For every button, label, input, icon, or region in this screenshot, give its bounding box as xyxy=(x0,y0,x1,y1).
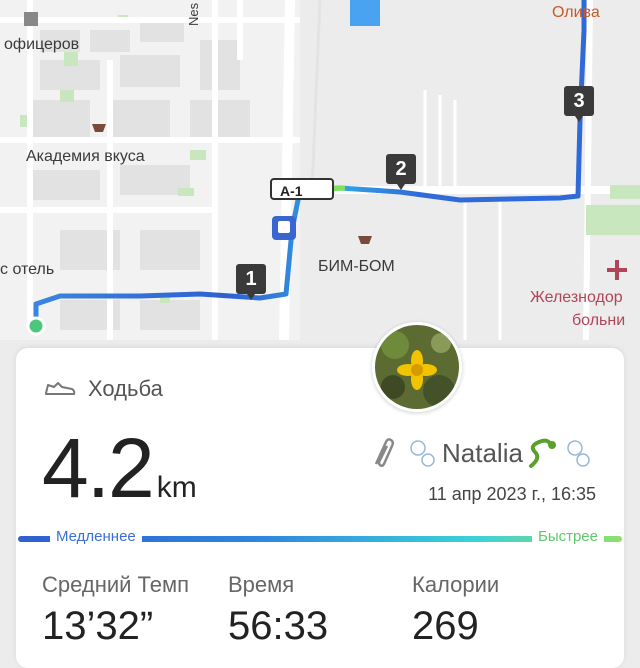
bubbles-icon xyxy=(567,440,590,467)
shoe-icon xyxy=(45,382,76,395)
paperclip-icon xyxy=(374,438,395,468)
distance-unit: km xyxy=(156,471,197,504)
map-label: Железнодор xyxy=(530,289,623,306)
activity-type: Ходьба xyxy=(44,376,163,402)
route-marker-2[interactable]: 2 xyxy=(386,154,416,190)
route-marker-1[interactable]: 1 xyxy=(236,264,266,300)
activity-label: Ходьба xyxy=(88,376,163,401)
route-marker-3[interactable]: 3 xyxy=(564,86,594,122)
calories-value: 269 xyxy=(412,604,479,648)
avg-pace-label: Средний Темп xyxy=(42,572,190,597)
map-label: Академия вкуса xyxy=(26,148,145,165)
map-label: Nes xyxy=(186,2,201,26)
map-label: Олива xyxy=(552,4,600,21)
snake-icon xyxy=(528,438,556,468)
duration-label: Время xyxy=(228,572,295,597)
distance: 4.2 km xyxy=(42,420,197,517)
map-label: больни xyxy=(572,312,626,329)
avg-pace-value: 13’32” xyxy=(42,604,154,648)
calories-label: Калории xyxy=(412,572,500,597)
user-name: Natalia xyxy=(442,437,523,468)
pace-fast-label: Быстрее xyxy=(531,528,604,545)
distance-value: 4.2 xyxy=(42,421,155,515)
duration-value: 56:33 xyxy=(228,604,329,648)
workout-date: 11 апр 2023 г., 16:35 xyxy=(428,484,596,504)
avatar[interactable] xyxy=(372,322,462,412)
map-label: БИМ-БОМ xyxy=(318,258,395,275)
user-info[interactable]: Natalia xyxy=(370,436,595,470)
bubbles-icon xyxy=(410,440,435,467)
map-label: офицеров xyxy=(4,36,80,53)
road-badge: А-1 xyxy=(270,178,334,200)
building-icon xyxy=(24,12,38,26)
map-label: с отель xyxy=(0,261,55,278)
pace-slow-label: Медленнее xyxy=(50,528,142,545)
